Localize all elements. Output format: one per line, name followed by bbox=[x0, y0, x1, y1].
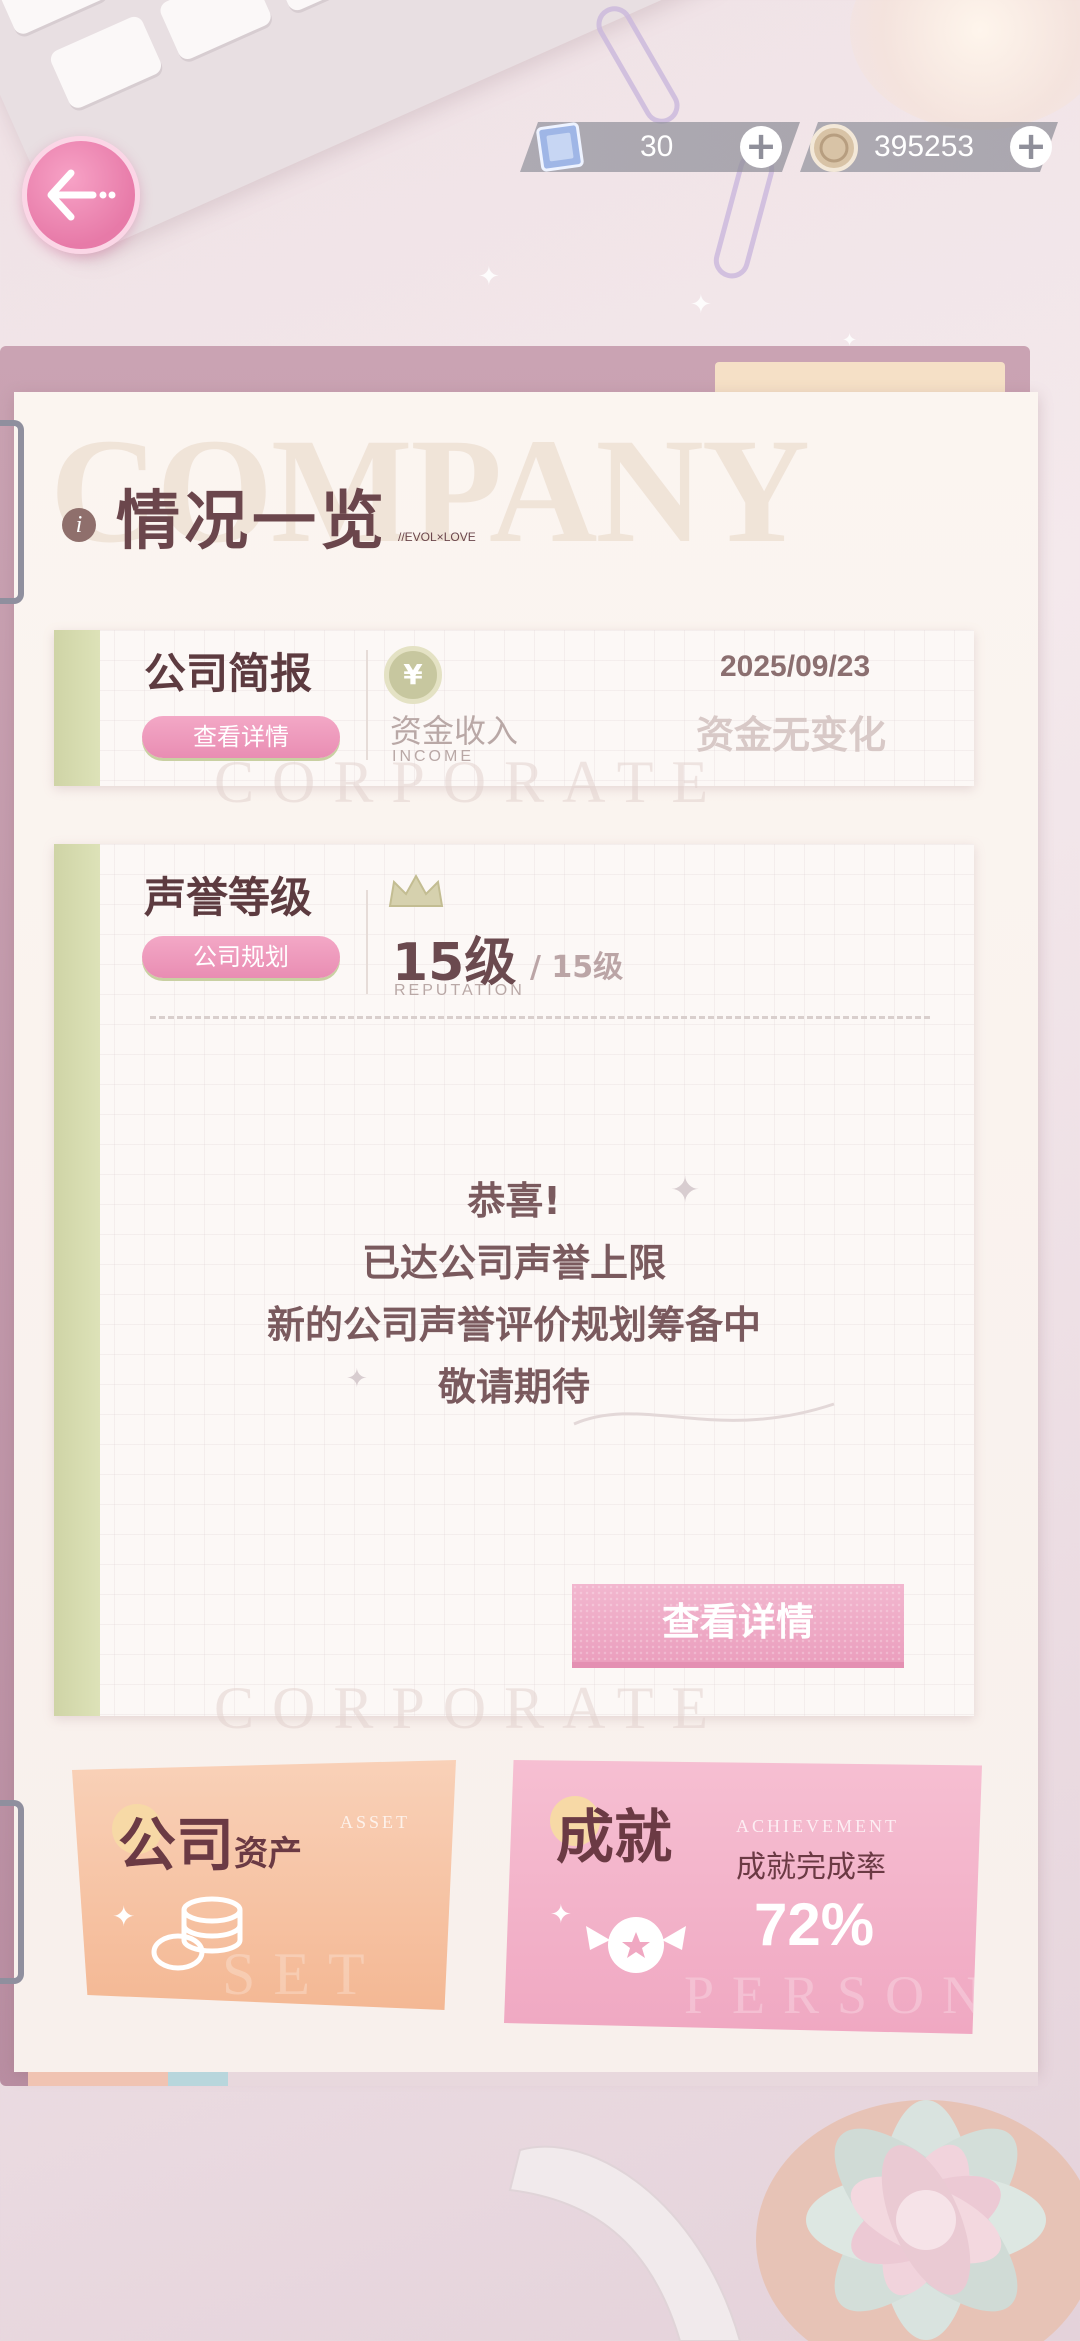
heading-highlight: 声誉 bbox=[137, 864, 228, 925]
binder-ring bbox=[0, 420, 24, 604]
candy-icon bbox=[586, 1917, 686, 1973]
asset-title: 公司资产 bbox=[111, 1798, 303, 1882]
briefing-heading: 公司简报 bbox=[137, 640, 313, 701]
heading-rest: 简报 bbox=[228, 649, 313, 698]
message-line: 恭喜! bbox=[467, 1179, 561, 1223]
back-button[interactable] bbox=[22, 136, 140, 254]
succulent-decoration bbox=[756, 2100, 1080, 2341]
info-icon[interactable]: i bbox=[62, 508, 96, 542]
page-tag: //EVOL×LOVE bbox=[398, 530, 476, 544]
page-title: 情况一览 bbox=[116, 484, 388, 559]
heading-rest: 等级 bbox=[228, 873, 313, 922]
back-arrow-icon bbox=[47, 169, 116, 221]
ribbon-decoration bbox=[508, 2145, 742, 2341]
crown-icon bbox=[388, 873, 444, 907]
watermark: SET bbox=[222, 1941, 383, 2007]
coin-count: 395253 bbox=[874, 130, 975, 163]
watermark: CORPORATE bbox=[214, 1675, 727, 1741]
ticket-count: 30 bbox=[640, 130, 674, 163]
reputation-max: / 15级 bbox=[530, 950, 624, 985]
key bbox=[157, 0, 274, 63]
watermark: CORPORATE bbox=[214, 749, 727, 815]
reputation-detail-button[interactable]: 查看详情 bbox=[572, 1584, 904, 1662]
asset-title-main: 公司 bbox=[111, 1798, 234, 1882]
binder-ring bbox=[0, 1800, 24, 1984]
sparkle-icon: ✦ bbox=[550, 1900, 572, 1930]
achievement-title-main: 成就 bbox=[549, 1790, 672, 1874]
reputation-card: 声誉等级 公司规划 15级 / 15级 REPUTATION 恭喜! 已达公司声… bbox=[54, 844, 974, 1741]
reputation-sub: REPUTATION bbox=[394, 982, 525, 999]
message-line: 新的公司声誉评价规划筹备中 bbox=[266, 1303, 761, 1347]
achievement-label: 成就完成率 bbox=[736, 1850, 886, 1885]
sparkle-icon: ✦ bbox=[346, 1364, 368, 1394]
achievement-card[interactable]: 成就 ACHIEVEMENT 成就完成率 ✦ 72% PERSONAL bbox=[504, 1760, 982, 2034]
asset-en: ASSET bbox=[340, 1812, 411, 1832]
message-line: 已达公司声誉上限 bbox=[361, 1241, 666, 1285]
reputation-heading: 声誉等级 bbox=[137, 864, 313, 925]
add-ticket-button[interactable]: + bbox=[740, 126, 782, 168]
key bbox=[47, 13, 165, 111]
key: ~ bbox=[0, 0, 110, 37]
swirl-decoration bbox=[573, 1402, 835, 1426]
add-coin-button[interactable]: + bbox=[1010, 126, 1052, 168]
achievement-en: ACHIEVEMENT bbox=[736, 1816, 899, 1836]
key: ◀ bbox=[266, 0, 384, 14]
company-plan-button[interactable]: 公司规划 bbox=[142, 936, 340, 978]
coin-icon bbox=[810, 124, 858, 172]
sparkle-icon: ✦ bbox=[112, 1900, 136, 1933]
paperclip-decoration bbox=[589, 0, 687, 131]
achievement-title: 成就 bbox=[549, 1790, 672, 1874]
divider bbox=[366, 890, 368, 994]
sparkle-icon: ✦ bbox=[670, 1170, 701, 1211]
achievement-rate: 72% bbox=[754, 1891, 875, 1958]
sparkle-icon: ✦ bbox=[478, 262, 500, 292]
heading-highlight: 公司 bbox=[137, 640, 228, 701]
cup-decoration bbox=[850, 0, 1080, 130]
briefing-card: 公司简报 查看详情 ¥ 资金收入 INCOME 2025/09/23 资金无变化… bbox=[54, 630, 974, 815]
dashed-divider bbox=[150, 1016, 930, 1019]
yen-icon: ¥ bbox=[384, 646, 442, 704]
card-spine bbox=[54, 630, 100, 786]
asset-card[interactable]: 公司资产 ASSET ✦ SET bbox=[72, 1760, 456, 2010]
ticket-icon bbox=[536, 122, 584, 172]
divider bbox=[366, 650, 368, 760]
sparkle-icon: ✦ bbox=[690, 290, 712, 320]
briefing-date: 2025/09/23 bbox=[720, 650, 871, 683]
asset-title-sub: 资产 bbox=[234, 1834, 303, 1874]
income-label: 资金收入 bbox=[390, 712, 519, 750]
